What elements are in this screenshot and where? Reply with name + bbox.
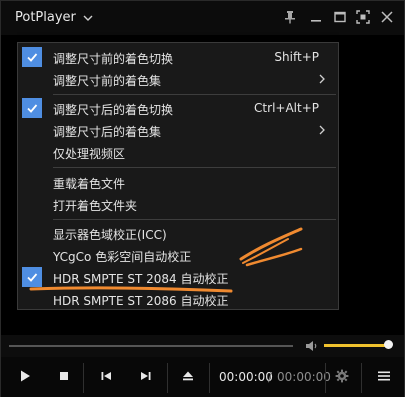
control-bar: 00:00:00 / 00:00:00 — [1, 357, 404, 397]
menu-item-hdr-st2086[interactable]: HDR SMPTE ST 2086 自动校正 — [18, 288, 338, 310]
divider — [83, 363, 84, 393]
chevron-right-icon — [319, 74, 325, 84]
previous-icon — [101, 372, 111, 380]
current-time: 00:00:00 — [219, 370, 273, 384]
eject-icon — [183, 371, 193, 381]
main-menu-button[interactable] — [375, 367, 393, 385]
potplayer-window: PotPlayer 调整尺寸前的着色切换 Shift+P 调整尺寸前的着色集 调… — [0, 0, 405, 397]
stop-icon — [60, 372, 68, 380]
previous-button[interactable] — [97, 367, 115, 385]
time-separator: / — [268, 370, 273, 384]
menu-item-reload-shaders[interactable]: 重载着色文件 — [18, 171, 338, 193]
stop-button[interactable] — [55, 367, 73, 385]
menu-item-label: 调整尺寸前的着色集 — [53, 74, 162, 88]
total-time: 00:00:00 — [277, 370, 331, 384]
maximize-button[interactable] — [332, 9, 348, 25]
fullscreen-icon — [356, 10, 370, 24]
divider — [325, 363, 326, 393]
settings-button[interactable] — [333, 367, 351, 385]
context-menu: 调整尺寸前的着色切换 Shift+P 调整尺寸前的着色集 调整尺寸后的着色切换 … — [17, 42, 339, 310]
menu-separator — [53, 167, 336, 168]
menu-separator — [53, 219, 336, 220]
play-icon — [21, 370, 30, 382]
gear-icon — [335, 369, 349, 383]
checkmark-icon — [22, 267, 42, 287]
menu-item-ycgco-correction[interactable]: YCgCo 色彩空间自动校正 — [18, 244, 338, 266]
checkmark-icon — [22, 98, 42, 118]
title-bar: PotPlayer — [1, 1, 404, 35]
menu-item-label: 重载着色文件 — [53, 177, 126, 191]
menu-item-label: 打开着色文件夹 — [53, 199, 138, 213]
menu-item-label: HDR SMPTE ST 2084 自动校正 — [53, 272, 229, 286]
seek-area — [1, 335, 404, 357]
checkmark-icon — [22, 47, 42, 67]
menu-item-label: 调整尺寸前的着色切换 — [53, 52, 174, 66]
minimize-icon — [311, 20, 321, 22]
fullscreen-button[interactable] — [355, 9, 371, 25]
menu-item-open-shader-folder[interactable]: 打开着色文件夹 — [18, 193, 338, 215]
maximize-icon — [334, 11, 346, 23]
menu-separator — [53, 94, 336, 95]
close-button[interactable] — [379, 9, 395, 25]
menu-item-label: 调整尺寸后的着色集 — [53, 125, 162, 139]
menu-item-post-resize-shader-toggle[interactable]: 调整尺寸后的着色切换 Ctrl+Alt+P — [18, 97, 338, 119]
menu-item-shortcut: Ctrl+Alt+P — [254, 101, 319, 115]
minimize-button[interactable] — [308, 9, 324, 25]
app-title: PotPlayer — [15, 10, 76, 25]
app-menu-button[interactable]: PotPlayer — [15, 10, 94, 25]
menu-item-label: YCgCo 色彩空间自动校正 — [53, 250, 192, 264]
hamburger-menu-icon — [378, 371, 390, 381]
pin-icon — [285, 11, 295, 24]
menu-item-label: HDR SMPTE ST 2086 自动校正 — [53, 294, 229, 308]
eject-button[interactable] — [179, 367, 197, 385]
next-button[interactable] — [137, 367, 155, 385]
menu-item-post-resize-shader-set[interactable]: 调整尺寸后的着色集 — [18, 119, 338, 141]
menu-item-pre-resize-shader-toggle[interactable]: 调整尺寸前的着色切换 Shift+P — [18, 46, 338, 68]
speaker-icon[interactable] — [305, 340, 319, 352]
menu-item-video-area-only[interactable]: 仅处理视频区 — [18, 141, 338, 163]
menu-item-pre-resize-shader-set[interactable]: 调整尺寸前的着色集 — [18, 68, 338, 90]
seek-bar[interactable] — [9, 345, 293, 347]
menu-item-hdr-st2084[interactable]: HDR SMPTE ST 2084 自动校正 — [18, 266, 338, 288]
menu-item-label: 仅处理视频区 — [53, 147, 126, 161]
volume-slider-handle[interactable] — [384, 340, 393, 349]
volume-slider[interactable] — [324, 344, 388, 347]
chevron-right-icon — [319, 125, 325, 135]
menu-item-icc-correction[interactable]: 显示器色域校正(ICC) — [18, 222, 338, 244]
menu-item-label: 调整尺寸后的着色切换 — [53, 103, 174, 117]
next-icon — [141, 372, 151, 380]
play-button[interactable] — [16, 367, 34, 385]
divider — [361, 363, 362, 393]
close-icon — [381, 11, 393, 23]
chevron-down-icon — [83, 15, 93, 21]
pin-button[interactable] — [282, 9, 298, 25]
divider — [167, 363, 168, 393]
menu-item-shortcut: Shift+P — [274, 50, 319, 64]
menu-item-label: 显示器色域校正(ICC) — [53, 228, 167, 242]
divider — [209, 363, 210, 393]
